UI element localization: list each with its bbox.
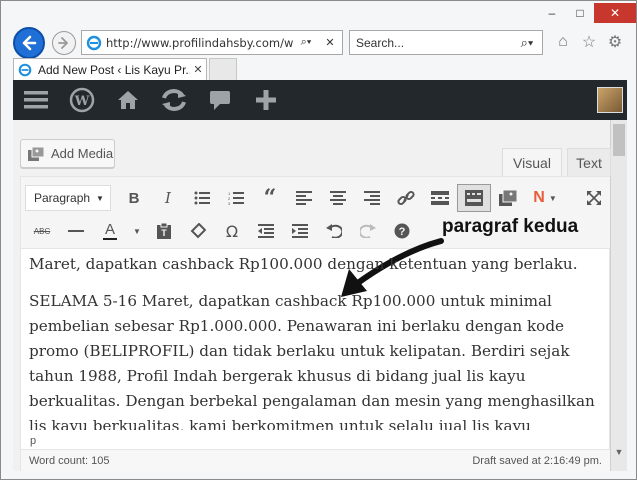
wp-admin-bar: W — [13, 80, 627, 120]
paragraph-2: SELAMA 5-16 Maret, dapatkan cashback Rp1… — [29, 292, 595, 430]
numbered-list-button[interactable]: 123 — [219, 184, 253, 212]
tab-title: Add New Post ‹ Lis Kayu Pr... — [38, 62, 190, 77]
clipboard-icon: T — [157, 223, 171, 239]
indent-icon — [292, 224, 308, 238]
minimize-button[interactable]: – — [538, 3, 566, 23]
star-icon[interactable]: ☆ — [579, 32, 599, 52]
home-icon[interactable]: ⌂ — [553, 32, 573, 52]
tab-ie-icon — [18, 63, 32, 76]
draft-saved-status: Draft saved at 2:16:49 pm. — [472, 454, 602, 467]
numbered-list-icon: 123 — [228, 191, 244, 205]
chevron-down-icon: ▼ — [96, 193, 104, 203]
strikethrough-button[interactable]: ABC — [25, 217, 59, 245]
align-right-icon — [364, 191, 380, 205]
menu-icon[interactable] — [13, 80, 59, 120]
tab-visual[interactable]: Visual — [502, 148, 562, 176]
wordpress-icon[interactable]: W — [59, 80, 105, 120]
blockquote-button[interactable]: “ — [253, 184, 287, 212]
horizontal-line-button[interactable] — [59, 217, 93, 245]
indent-button[interactable] — [283, 217, 317, 245]
special-char-button[interactable]: Ω — [215, 217, 249, 245]
browser-window: – □ ✕ http://www.profilindahsby.com/wp-a… — [0, 0, 637, 480]
link-icon — [397, 190, 415, 206]
annotation-label: paragraf kedua — [442, 216, 579, 237]
search-icon[interactable]: ⌕▾ — [512, 35, 542, 51]
bullet-list-button[interactable] — [185, 184, 219, 212]
close-button[interactable]: ✕ — [594, 3, 636, 23]
more-tag-button[interactable] — [423, 184, 457, 212]
url-text: http://www.profilindahsby.com/wp-a — [106, 35, 294, 50]
paste-text-button[interactable]: T — [147, 217, 181, 245]
fullscreen-icon — [587, 191, 601, 205]
align-center-icon — [330, 191, 346, 205]
tab-close-icon[interactable]: ✕ — [190, 63, 206, 76]
toolbar-toggle-icon — [465, 190, 483, 206]
horizontal-line-icon — [68, 230, 84, 232]
format-select[interactable]: Paragraph ▼ — [25, 185, 111, 211]
search-box[interactable]: Search... ⌕▾ — [349, 30, 543, 55]
forward-button[interactable] — [52, 31, 76, 55]
back-button[interactable] — [13, 27, 45, 59]
refresh-icon[interactable] — [151, 80, 197, 120]
tab-text[interactable]: Text — [567, 148, 611, 176]
fullscreen-button[interactable] — [577, 184, 611, 212]
window-controls: – □ ✕ — [538, 3, 636, 25]
text-color-button[interactable]: A — [93, 217, 127, 245]
paragraph-1: Maret, dapatkan cashback Rp100.000 denga… — [29, 255, 578, 273]
toolbar-toggle-button[interactable] — [457, 184, 491, 212]
home-icon[interactable] — [105, 80, 151, 120]
bold-button[interactable]: B — [117, 184, 151, 212]
media-icon — [28, 146, 45, 161]
scrollbar-thumb[interactable] — [613, 124, 625, 156]
add-media-button[interactable]: Add Media — [20, 139, 115, 168]
browser-nav-icons: ⌂ ☆ ⚙ — [553, 32, 625, 52]
search-input[interactable]: Search... — [350, 36, 512, 50]
close-icon[interactable]: ✕ — [318, 36, 342, 49]
new-tab-button[interactable] — [209, 58, 237, 80]
vertical-scrollbar[interactable]: ▼ — [610, 120, 627, 471]
italic-button[interactable]: I — [151, 184, 185, 212]
outdent-button[interactable] — [249, 217, 283, 245]
align-left-icon — [296, 191, 312, 205]
editor-content[interactable]: Maret, dapatkan cashback Rp100.000 denga… — [29, 252, 603, 430]
ie-logo-icon — [86, 35, 102, 50]
comment-icon[interactable] — [197, 80, 243, 120]
editor-toolbar: Paragraph ▼ B I 123 “ N ▼ ABC A ▼ T Ω ? — [21, 177, 610, 249]
toolbar-row-1: Paragraph ▼ B I 123 “ N ▼ — [25, 183, 611, 213]
search-dropdown-icon[interactable]: ⌕▾ — [294, 36, 318, 49]
insert-media-button[interactable] — [491, 184, 525, 212]
svg-text:W: W — [74, 94, 90, 109]
scroll-down-icon[interactable]: ▼ — [613, 447, 625, 457]
clear-format-button[interactable] — [181, 217, 215, 245]
text-color-dropdown[interactable]: ▼ — [127, 217, 147, 245]
browser-tab[interactable]: Add New Post ‹ Lis Kayu Pr... ✕ — [13, 58, 207, 80]
eraser-icon — [190, 223, 206, 239]
forward-arrow-icon — [58, 37, 69, 49]
bullet-list-icon — [194, 191, 210, 205]
link-button[interactable] — [389, 184, 423, 212]
more-tag-icon — [431, 191, 449, 205]
word-count: Word count: 105 — [29, 454, 110, 467]
align-left-button[interactable] — [287, 184, 321, 212]
svg-text:T: T — [161, 228, 167, 238]
plus-icon[interactable] — [243, 80, 289, 120]
format-select-value: Paragraph — [34, 191, 91, 205]
svg-text:3: 3 — [228, 201, 231, 205]
editor-status-bar: Word count: 105 Draft saved at 2:16:49 p… — [21, 449, 610, 471]
add-media-label: Add Media — [51, 146, 114, 161]
n-plugin-button[interactable]: N ▼ — [525, 184, 565, 212]
avatar[interactable] — [597, 87, 623, 113]
outdent-icon — [258, 224, 274, 238]
maximize-button[interactable]: □ — [566, 3, 594, 23]
gear-icon[interactable]: ⚙ — [605, 32, 625, 52]
address-bar[interactable]: http://www.profilindahsby.com/wp-a ⌕▾ ✕ — [81, 30, 343, 55]
align-center-button[interactable] — [321, 184, 355, 212]
gallery-icon — [499, 190, 517, 206]
align-right-button[interactable] — [355, 184, 389, 212]
element-path: p — [30, 435, 37, 447]
back-arrow-icon — [22, 35, 37, 51]
